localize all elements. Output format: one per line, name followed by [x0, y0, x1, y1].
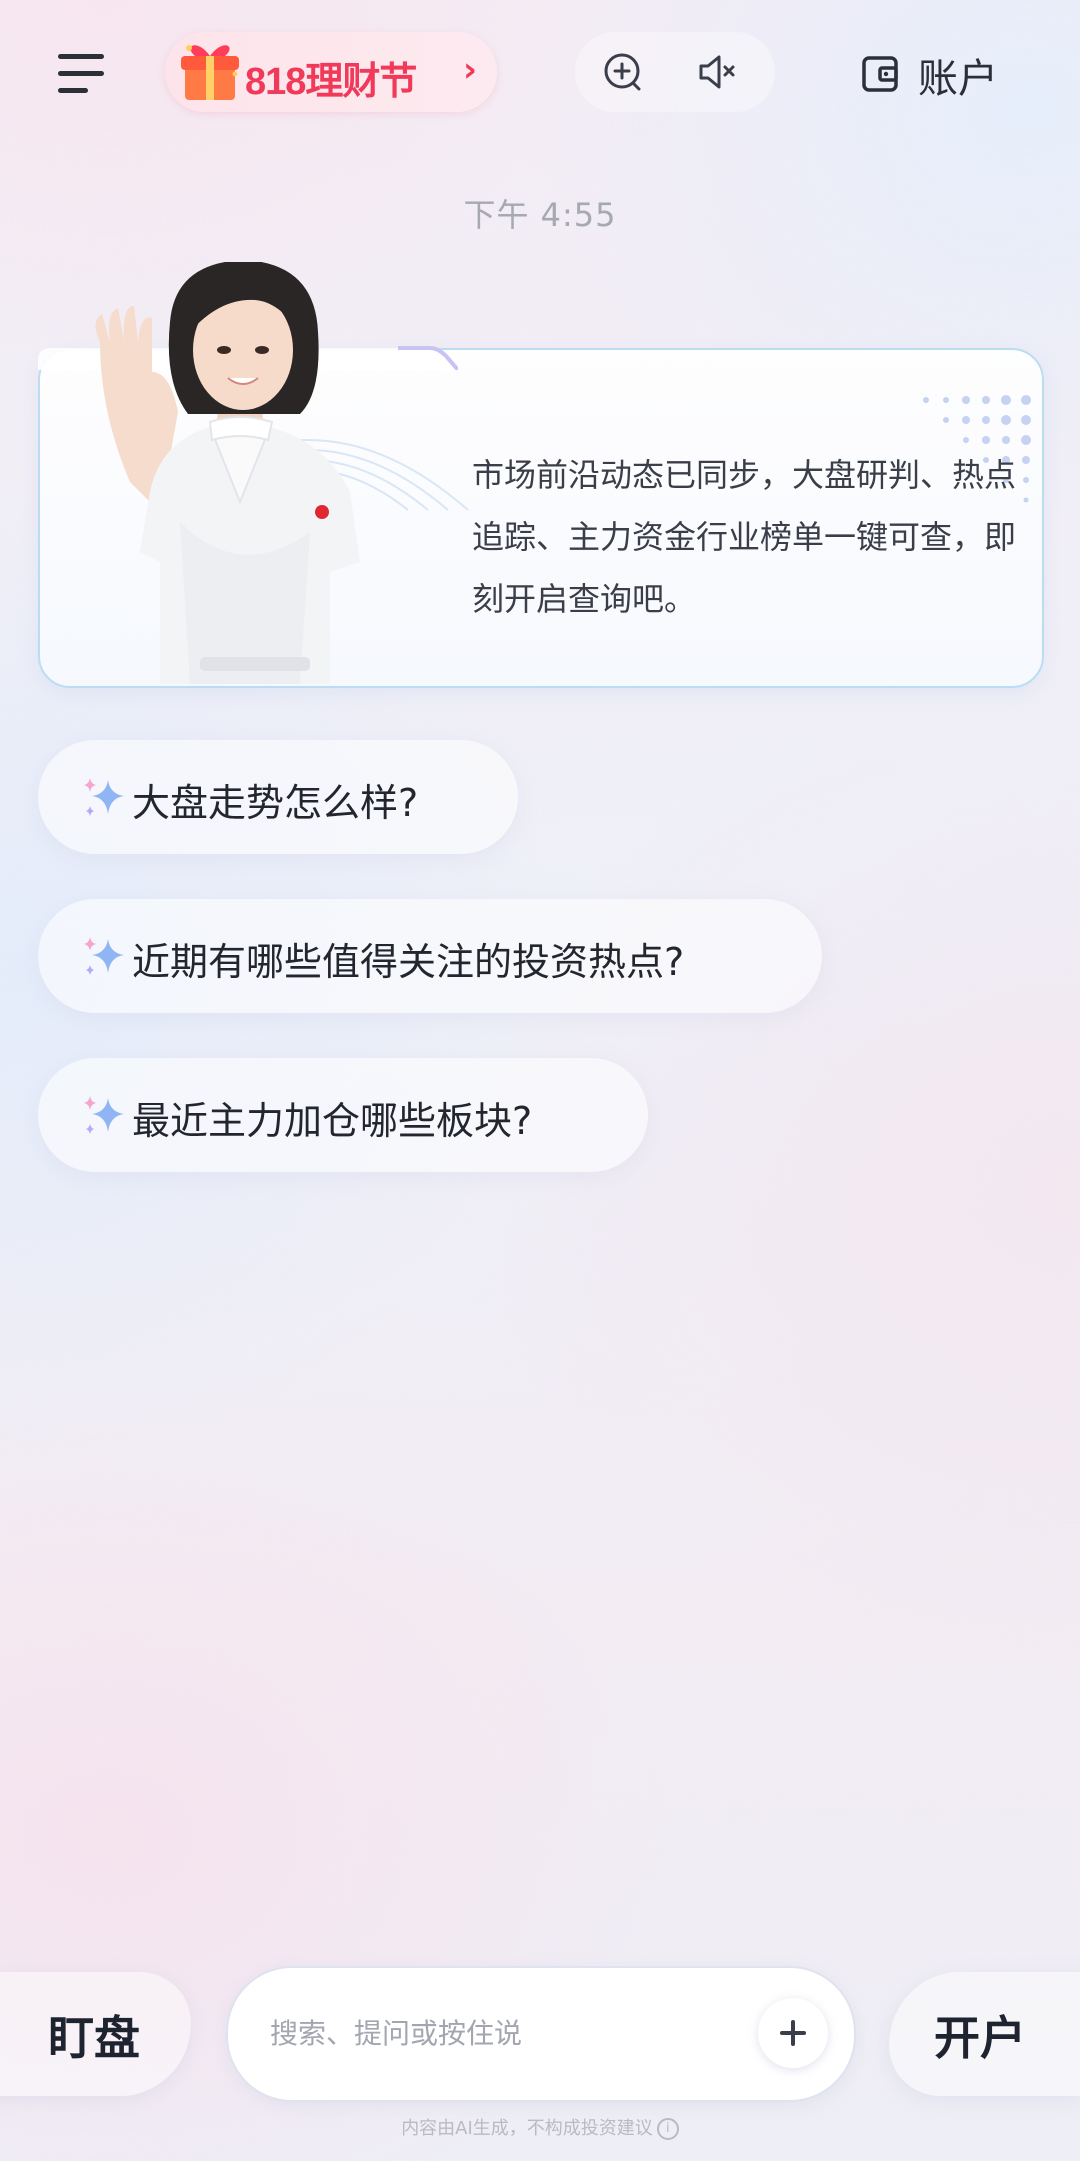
info-icon[interactable]: i	[656, 2118, 679, 2140]
sparkle-icon	[84, 937, 124, 975]
watch-market-label: 盯盘	[48, 2011, 140, 2065]
ai-disclaimer: 内容由AI生成，不构成投资建议 i	[0, 2114, 1080, 2140]
promo-banner-button[interactable]: 818理财节 ›	[165, 32, 497, 112]
message-timestamp: 下午 4:55	[463, 196, 617, 234]
chevron-right-icon: ›	[462, 50, 477, 90]
chat-input[interactable]: 搜索、提问或按住说	[226, 1966, 856, 2102]
disclaimer-text: 内容由AI生成，不构成投资建议	[401, 2118, 653, 2139]
account-label: 账户	[918, 56, 998, 102]
top-bar: 818理财节 › 账户	[0, 0, 1080, 150]
suggestion-chip[interactable]: 最近主力加仓哪些板块?	[38, 1058, 648, 1172]
greeting-text: 市场前沿动态已同步，大盘研判、热点追踪、主力资金行业榜单一键可查，即刻开启查询吧…	[472, 456, 1017, 618]
plus-icon[interactable]	[758, 1998, 828, 2068]
sparkle-icon	[84, 778, 124, 816]
suggestion-label: 最近主力加仓哪些板块?	[132, 1099, 533, 1143]
open-account-label: 开户	[934, 2011, 1026, 2065]
suggestion-chip[interactable]: 大盘走势怎么样?	[38, 740, 518, 854]
gift-icon	[181, 45, 239, 100]
promo-label: 818理财节	[245, 61, 417, 103]
suggestion-chip[interactable]: 近期有哪些值得关注的投资热点?	[38, 899, 822, 1013]
account-button[interactable]: 账户	[838, 36, 1038, 108]
menu-icon-line	[58, 54, 104, 59]
menu-icon-line	[58, 88, 88, 93]
header-tools	[575, 32, 775, 112]
chat-input-placeholder: 搜索、提问或按住说	[270, 2017, 523, 2050]
sparkle-icon	[84, 1096, 124, 1134]
menu-button[interactable]	[58, 52, 108, 96]
wallet-icon	[862, 56, 898, 92]
suggestion-label: 大盘走势怎么样?	[132, 781, 419, 825]
mute-icon[interactable]	[695, 50, 739, 94]
suggestion-label: 近期有哪些值得关注的投资热点?	[132, 940, 685, 984]
menu-icon-line	[58, 71, 104, 76]
new-chat-icon[interactable]	[601, 50, 645, 94]
assistant-avatar	[95, 262, 360, 684]
